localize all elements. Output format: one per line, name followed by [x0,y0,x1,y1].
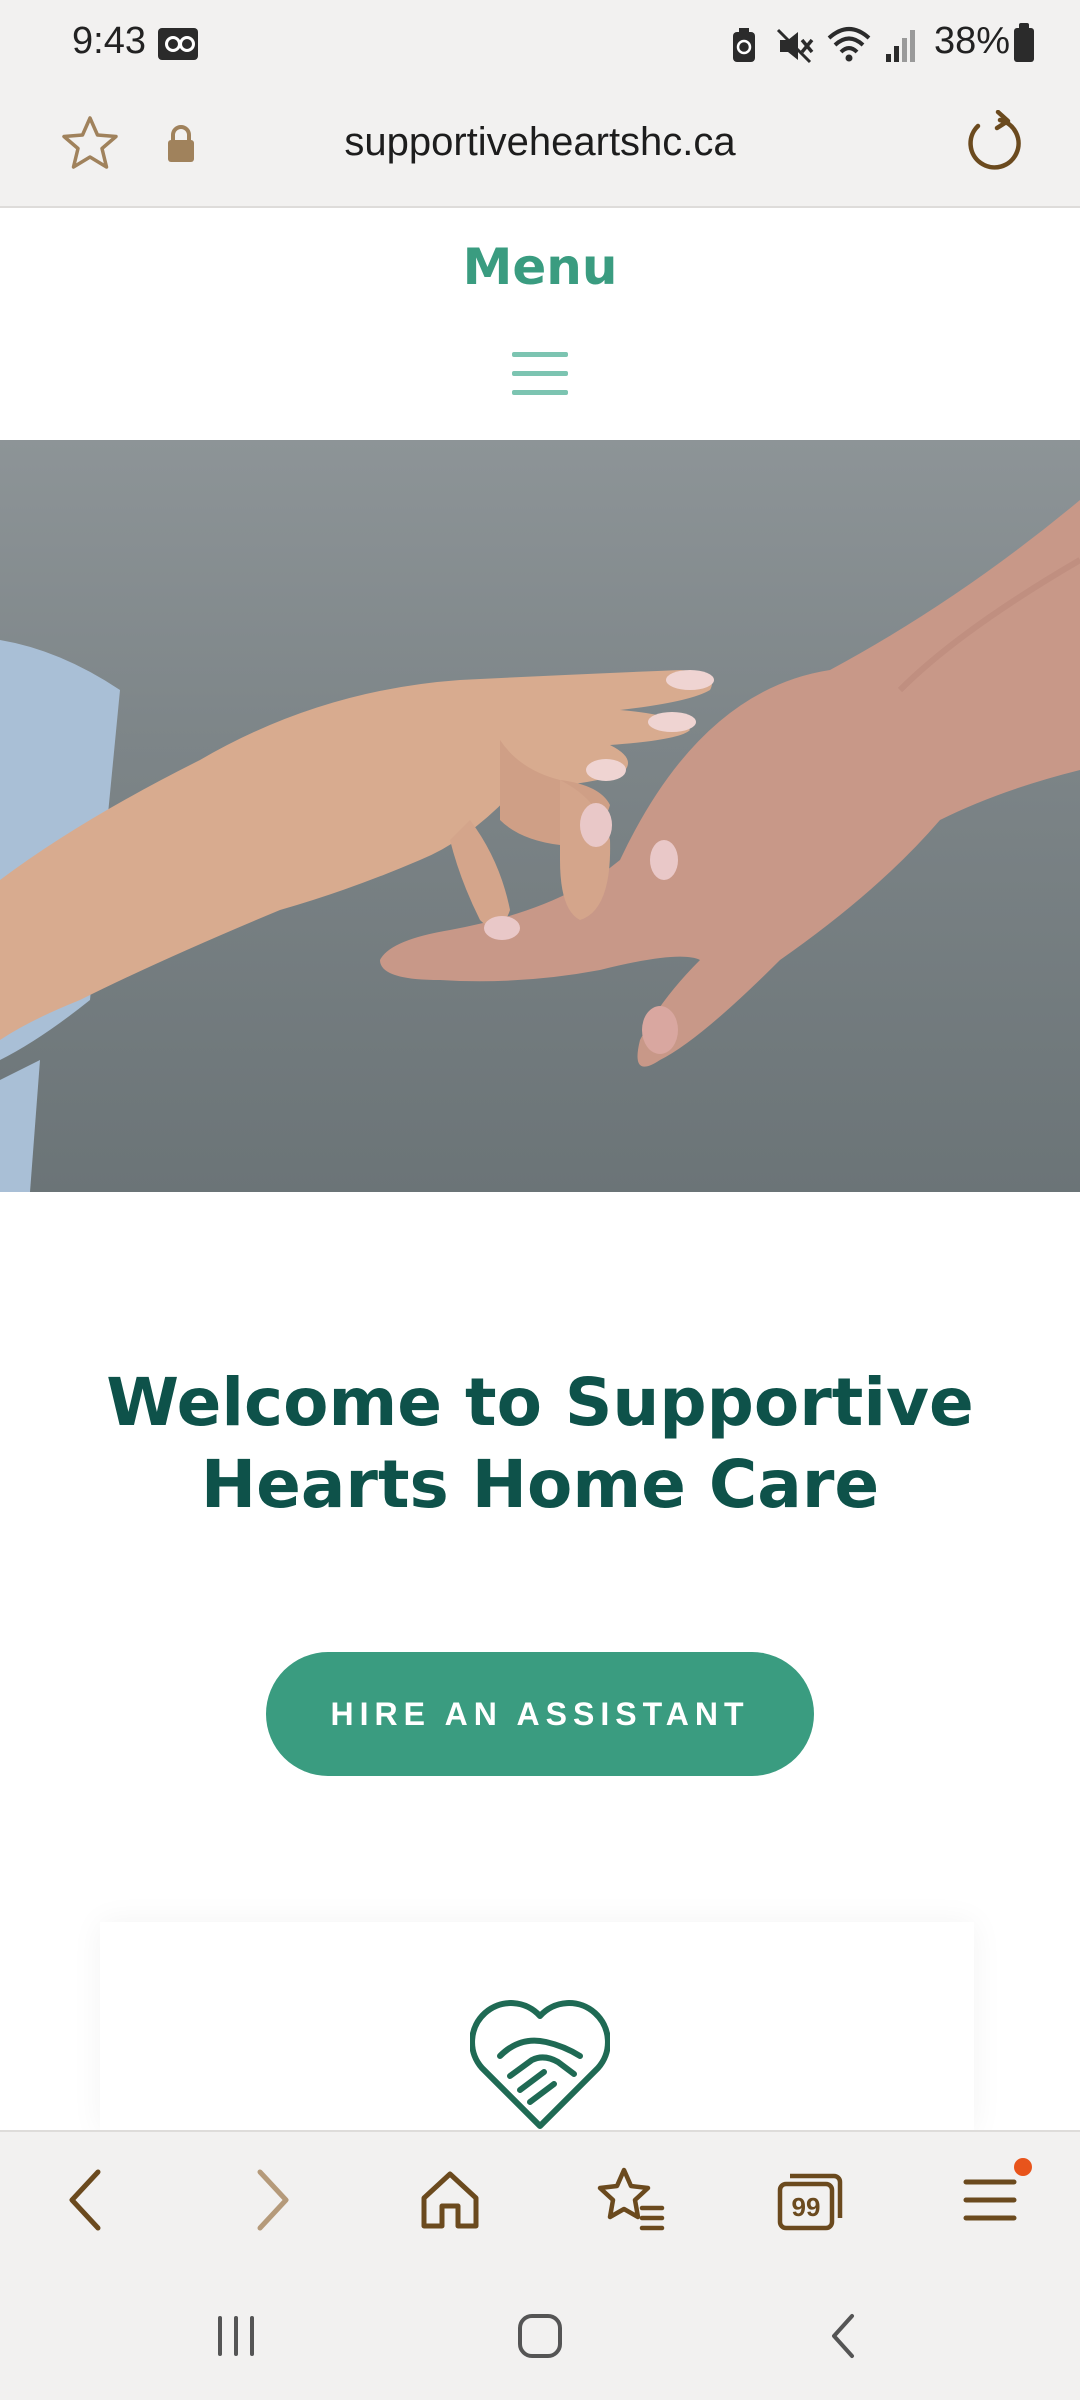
status-bar: 9:43 38% [0,0,1080,88]
menu-label[interactable]: Menu [0,238,1080,296]
recents-icon[interactable] [206,2306,266,2366]
tabs-count: 99 [792,2192,821,2222]
reload-icon[interactable] [960,110,1026,176]
wifi-icon [827,27,871,62]
bookmarks-icon[interactable] [592,2162,668,2238]
welcome-title: Welcome to Supportive Hearts Home Care [106,1364,974,1523]
forward-icon[interactable] [232,2162,308,2238]
battery-icon [1014,23,1034,62]
system-nav-bar [0,2266,1080,2400]
url-text[interactable]: supportiveheartshc.ca [0,120,1080,165]
notification-dot [1014,2158,1032,2176]
battery-percent: 38% [933,20,1010,62]
hands-holding-photo [0,500,1080,1192]
voicemail-icon [158,28,198,60]
tabs-icon[interactable]: 99 [772,2162,848,2238]
heart-handshake-logo-icon [470,2000,610,2129]
battery-saver-icon [733,28,755,62]
hire-assistant-button[interactable]: HIRE AN ASSISTANT [266,1652,814,1776]
signal-icon [886,30,915,62]
browser-url-bar: supportiveheartshc.ca [0,88,1080,208]
site-header: Menu [0,208,1080,440]
mute-icon [776,28,814,64]
system-home-icon[interactable] [510,2306,570,2366]
home-icon[interactable] [412,2162,488,2238]
system-back-icon[interactable] [814,2306,874,2366]
status-right: 38% [680,16,1080,72]
hamburger-menu-icon[interactable] [512,352,568,396]
back-icon[interactable] [50,2162,126,2238]
status-time: 9:43 [72,20,146,62]
browser-bottom-nav: 99 [0,2130,1080,2266]
welcome-section: Welcome to Supportive Hearts Home Care H… [0,1192,1080,2132]
hero-image [0,440,1080,1192]
